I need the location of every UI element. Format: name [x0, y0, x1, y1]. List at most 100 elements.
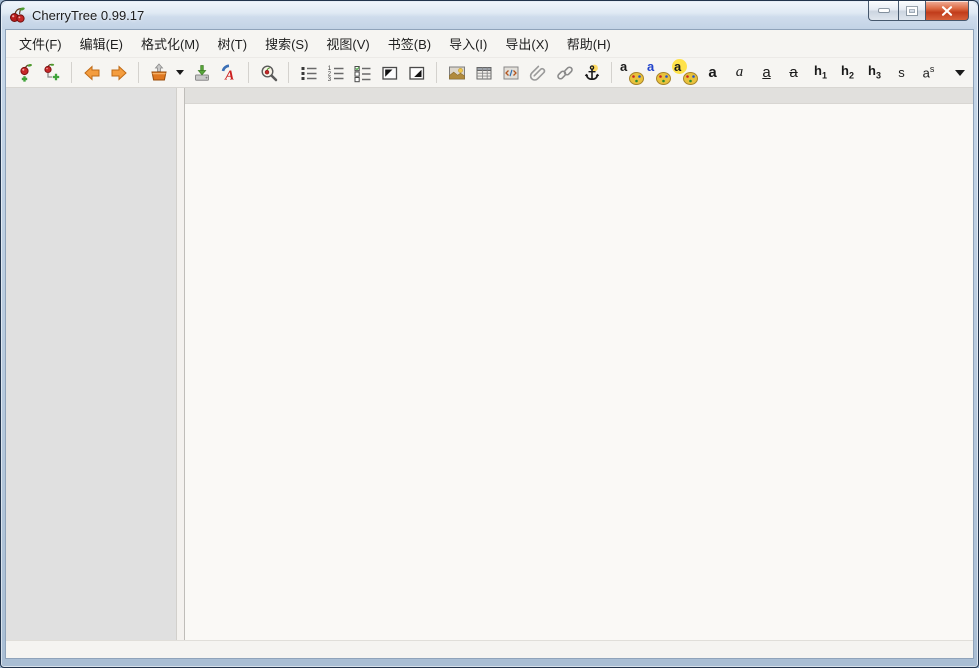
pdf-icon: A: [219, 63, 239, 83]
italic-label: a: [736, 65, 744, 80]
editor-header: [185, 88, 973, 104]
menu-item-format[interactable]: 格式化(M): [132, 30, 209, 57]
window-title: CherryTree 0.99.17: [32, 8, 144, 23]
menu-item-bookmarks[interactable]: 书签(B): [379, 30, 440, 57]
close-icon: [941, 6, 953, 16]
toolbar-separator: [436, 62, 437, 83]
svg-text:A: A: [224, 68, 234, 83]
highlight-color-label: a: [674, 60, 681, 73]
toggle-panel-right-button[interactable]: [403, 60, 430, 86]
bulleted-list-button[interactable]: [295, 60, 322, 86]
h3-button[interactable]: h3: [861, 60, 888, 86]
panel-triangle-left-icon: [380, 63, 400, 83]
strikethrough-button[interactable]: a: [780, 60, 807, 86]
bullet-list-icon: [299, 63, 319, 83]
menu-item-view[interactable]: 视图(V): [317, 30, 378, 57]
palette-icon: [656, 72, 671, 85]
export-pdf-button[interactable]: A: [215, 60, 242, 86]
editor-pane: [185, 88, 973, 640]
h2-label: h2: [841, 64, 854, 81]
minimize-icon: [879, 9, 889, 12]
open-file-button[interactable]: [145, 60, 172, 86]
tree-panel[interactable]: [6, 88, 177, 640]
toolbar-overflow-button[interactable]: [952, 60, 968, 86]
bold-label: a: [708, 65, 716, 80]
superscript-button[interactable]: as: [915, 60, 942, 86]
title-bar[interactable]: CherryTree 0.99.17: [2, 2, 977, 29]
h3-label: h3: [868, 64, 881, 81]
codebox-icon: [501, 63, 521, 83]
save-button[interactable]: [188, 60, 215, 86]
maximize-button[interactable]: [898, 1, 926, 21]
insert-image-button[interactable]: [443, 60, 470, 86]
add-node-button[interactable]: [11, 60, 38, 86]
insert-codebox-button[interactable]: [497, 60, 524, 86]
toolbar-separator: [138, 62, 139, 83]
menu-item-import[interactable]: 导入(I): [440, 30, 496, 57]
arrow-left-icon: [82, 63, 102, 83]
menu-item-edit[interactable]: 编辑(E): [71, 30, 132, 57]
minimize-button[interactable]: [868, 1, 898, 21]
cherry-add-subnode-icon: [42, 63, 62, 83]
insert-table-button[interactable]: [470, 60, 497, 86]
h2-button[interactable]: h2: [834, 60, 861, 86]
menu-item-search[interactable]: 搜索(S): [256, 30, 317, 57]
svg-text:3: 3: [327, 77, 331, 83]
highlight-color-button[interactable]: a: [672, 60, 699, 86]
paperclip-icon: [528, 63, 548, 83]
go-forward-button[interactable]: [105, 60, 132, 86]
toggle-panel-left-button[interactable]: [376, 60, 403, 86]
text-color-button[interactable]: a: [618, 60, 645, 86]
background-color-label: a: [647, 60, 654, 73]
small-text-button[interactable]: s: [888, 60, 915, 86]
small-text-label: s: [898, 66, 905, 79]
panel-triangle-right-icon: [407, 63, 427, 83]
window-controls: [868, 1, 969, 21]
close-button[interactable]: [926, 1, 969, 21]
italic-button[interactable]: a: [726, 60, 753, 86]
toolbar-separator: [248, 62, 249, 83]
cherry-add-icon: [15, 63, 35, 83]
h1-label: h1: [814, 64, 827, 81]
editor-area[interactable]: [185, 104, 973, 640]
underline-button[interactable]: a: [753, 60, 780, 86]
numbered-list-icon: 1 2 3: [326, 63, 346, 83]
todo-list-icon: [353, 63, 373, 83]
background-color-button[interactable]: a: [645, 60, 672, 86]
menu-item-file[interactable]: 文件(F): [10, 30, 71, 57]
app-icon-cherry[interactable]: [9, 7, 26, 24]
numbered-list-button[interactable]: 1 2 3: [322, 60, 349, 86]
menu-item-help[interactable]: 帮助(H): [558, 30, 620, 57]
menu-item-tree[interactable]: 树(T): [208, 30, 256, 57]
menu-item-export[interactable]: 导出(X): [496, 30, 557, 57]
arrow-right-icon: [109, 63, 129, 83]
underline-label: a: [762, 65, 770, 80]
find-node-button[interactable]: [255, 60, 282, 86]
open-file-dropdown-button[interactable]: [172, 60, 188, 86]
text-color-label: a: [620, 60, 627, 73]
bold-button[interactable]: a: [699, 60, 726, 86]
toolbar-separator: [611, 62, 612, 83]
app-window: CherryTree 0.99.17 文件(F) 编辑(E) 格式化(M) 树(…: [0, 0, 979, 668]
open-box-icon: [149, 63, 169, 83]
image-icon: [447, 63, 467, 83]
palette-icon: [683, 72, 698, 85]
status-bar: [6, 640, 973, 658]
link-icon: [555, 63, 575, 83]
save-icon: [192, 63, 212, 83]
search-cherry-icon: [259, 63, 279, 83]
todo-list-button[interactable]: [349, 60, 376, 86]
chevron-down-icon: [955, 70, 965, 76]
superscript-label: as: [923, 65, 935, 79]
h1-button[interactable]: h1: [807, 60, 834, 86]
add-subnode-button[interactable]: [38, 60, 65, 86]
toolbar: A: [6, 57, 973, 88]
insert-link-button[interactable]: [551, 60, 578, 86]
panel-splitter[interactable]: [177, 88, 185, 640]
toolbar-separator: [71, 62, 72, 83]
anchor-icon: [582, 63, 602, 83]
go-back-button[interactable]: [78, 60, 105, 86]
palette-icon: [629, 72, 644, 85]
insert-attachment-button[interactable]: [524, 60, 551, 86]
insert-anchor-button[interactable]: [578, 60, 605, 86]
